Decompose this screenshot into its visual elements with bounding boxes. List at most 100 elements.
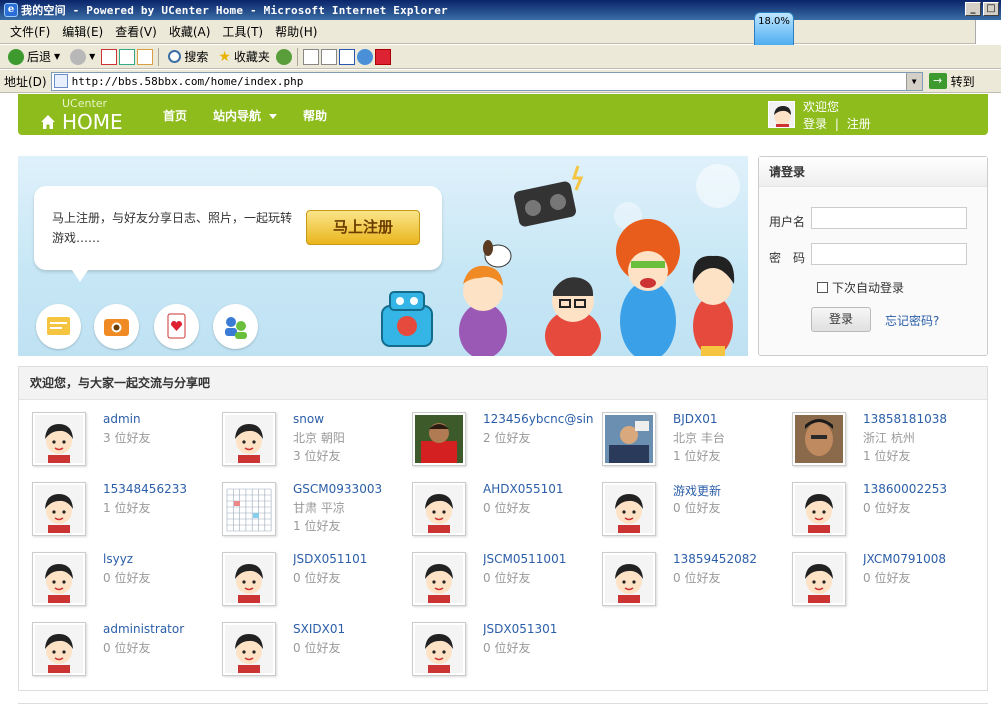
avatar-image <box>795 555 843 603</box>
avatar[interactable] <box>32 412 86 466</box>
mail-icon[interactable] <box>302 48 319 65</box>
avatar-image <box>795 485 843 533</box>
member-name-link[interactable]: 13858181038 <box>863 412 976 426</box>
avatar[interactable] <box>222 552 276 606</box>
member-item[interactable]: BJDX01 北京 丰台 1 位好友 <box>602 412 787 472</box>
member-friend-count: 1 位好友 <box>863 449 911 463</box>
member-name-link[interactable]: BJDX01 <box>673 412 786 426</box>
avatar[interactable] <box>222 412 276 466</box>
go-arrow-icon: → <box>928 73 947 89</box>
back-button[interactable]: 后退 ▼ <box>4 46 64 68</box>
member-item[interactable]: 123456ybcnc@sin 2 位好友 <box>412 412 597 472</box>
avatar[interactable] <box>412 482 466 536</box>
print-icon[interactable] <box>320 48 337 65</box>
avatar[interactable] <box>222 622 276 676</box>
member-name-link[interactable]: GSCM0933003 <box>293 482 406 496</box>
member-name-link[interactable]: JSDX051101 <box>293 552 406 566</box>
member-name-link[interactable]: administrator <box>103 622 216 636</box>
member-item[interactable]: 15348456233 1 位好友 <box>32 482 217 542</box>
member-item[interactable]: AHDX055101 0 位好友 <box>412 482 597 542</box>
refresh-icon[interactable] <box>119 48 136 65</box>
member-item[interactable]: 13859452082 0 位好友 <box>602 552 787 612</box>
member-name-link[interactable]: snow <box>293 412 406 426</box>
member-name-link[interactable]: 15348456233 <box>103 482 216 496</box>
forgot-password-link[interactable]: 忘记密码? <box>885 312 939 329</box>
member-name-link[interactable]: AHDX055101 <box>483 482 596 496</box>
avatar[interactable] <box>412 412 466 466</box>
favorites-button[interactable]: ★ 收藏夹 <box>214 46 274 68</box>
search-button[interactable]: 搜索 <box>164 46 212 68</box>
forward-button[interactable]: ▼ <box>66 46 99 68</box>
member-item[interactable]: 13860002253 0 位好友 <box>792 482 977 542</box>
maximize-icon[interactable]: □ <box>983 2 999 16</box>
history-icon[interactable] <box>275 48 292 65</box>
member-name-link[interactable]: SXIDX01 <box>293 622 406 636</box>
avatar[interactable] <box>792 412 846 466</box>
member-item[interactable]: JSCM0511001 0 位好友 <box>412 552 597 612</box>
login-button[interactable]: 登录 <box>811 307 871 332</box>
chevron-down-icon[interactable]: ▼ <box>905 72 922 90</box>
menu-help[interactable]: 帮助(H) <box>269 23 323 40</box>
member-name-link[interactable]: JXCM0791008 <box>863 552 976 566</box>
menu-view[interactable]: 查看(V) <box>109 23 163 40</box>
remember-checkbox[interactable] <box>817 282 828 293</box>
menu-edit[interactable]: 编辑(E) <box>56 23 109 40</box>
member-item[interactable]: GSCM0933003 甘肃 平凉 1 位好友 <box>222 482 407 542</box>
avatar[interactable] <box>602 482 656 536</box>
messenger-icon[interactable] <box>356 48 373 65</box>
avatar[interactable] <box>792 552 846 606</box>
address-input[interactable]: http://bbs.58bbx.com/home/index.php ▼ <box>50 71 923 91</box>
member-friend-count: 2 位好友 <box>483 431 531 445</box>
member-name-link[interactable]: 123456ybcnc@sin <box>483 412 596 426</box>
member-item[interactable]: snow 北京 朝阳 3 位好友 <box>222 412 407 472</box>
member-name-link[interactable]: 游戏更新 <box>673 482 786 499</box>
word-icon[interactable] <box>338 48 355 65</box>
member-friend-count: 3 位好友 <box>293 449 341 463</box>
member-name-link[interactable]: lsyyz <box>103 552 216 566</box>
chevron-down-icon[interactable]: ▼ <box>89 52 95 61</box>
avatar[interactable] <box>768 101 795 128</box>
member-item[interactable]: 13858181038 浙江 杭州 1 位好友 <box>792 412 977 472</box>
member-item[interactable]: lsyyz 0 位好友 <box>32 552 217 612</box>
home-icon[interactable] <box>137 48 154 65</box>
member-item[interactable]: JSDX051301 0 位好友 <box>412 622 597 682</box>
member-item[interactable]: administrator 0 位好友 <box>32 622 217 682</box>
address-bar: 地址(D) http://bbs.58bbx.com/home/index.ph… <box>0 70 1001 93</box>
member-name-link[interactable]: 13859452082 <box>673 552 786 566</box>
member-item[interactable]: JSDX051101 0 位好友 <box>222 552 407 612</box>
login-link[interactable]: 登录 <box>803 117 827 131</box>
avatar[interactable] <box>412 552 466 606</box>
avatar[interactable] <box>602 552 656 606</box>
member-friend-count: 0 位好友 <box>673 501 721 515</box>
member-item[interactable]: admin 3 位好友 <box>32 412 217 472</box>
avatar[interactable] <box>412 622 466 676</box>
register-link[interactable]: 注册 <box>847 117 871 131</box>
nav-help[interactable]: 帮助 <box>303 107 327 124</box>
member-name-link[interactable]: JSCM0511001 <box>483 552 596 566</box>
minimize-icon[interactable]: _ <box>965 2 981 16</box>
avatar[interactable] <box>602 412 656 466</box>
nav-site-guide[interactable]: 站内导航 <box>213 107 278 124</box>
avatar[interactable] <box>32 552 86 606</box>
member-name-link[interactable]: 13860002253 <box>863 482 976 496</box>
member-item[interactable]: SXIDX01 0 位好友 <box>222 622 407 682</box>
go-button[interactable]: → 转到 <box>928 73 975 90</box>
avatar[interactable] <box>792 482 846 536</box>
menu-file[interactable]: 文件(F) <box>4 23 56 40</box>
chevron-down-icon[interactable]: ▼ <box>54 52 60 61</box>
username-field[interactable] <box>811 207 967 229</box>
remember-me[interactable]: 下次自动登录 <box>817 279 904 296</box>
password-field[interactable] <box>811 243 967 265</box>
member-name-link[interactable]: admin <box>103 412 216 426</box>
nav-home[interactable]: 首页 <box>163 107 187 124</box>
avatar[interactable] <box>222 482 276 536</box>
addon-icon[interactable] <box>374 48 391 65</box>
stop-icon[interactable] <box>101 48 118 65</box>
menu-tools[interactable]: 工具(T) <box>216 23 269 40</box>
avatar[interactable] <box>32 482 86 536</box>
member-item[interactable]: JXCM0791008 0 位好友 <box>792 552 977 612</box>
member-item[interactable]: 游戏更新 0 位好友 <box>602 482 787 542</box>
member-name-link[interactable]: JSDX051301 <box>483 622 596 636</box>
menu-favorites[interactable]: 收藏(A) <box>163 23 217 40</box>
avatar[interactable] <box>32 622 86 676</box>
